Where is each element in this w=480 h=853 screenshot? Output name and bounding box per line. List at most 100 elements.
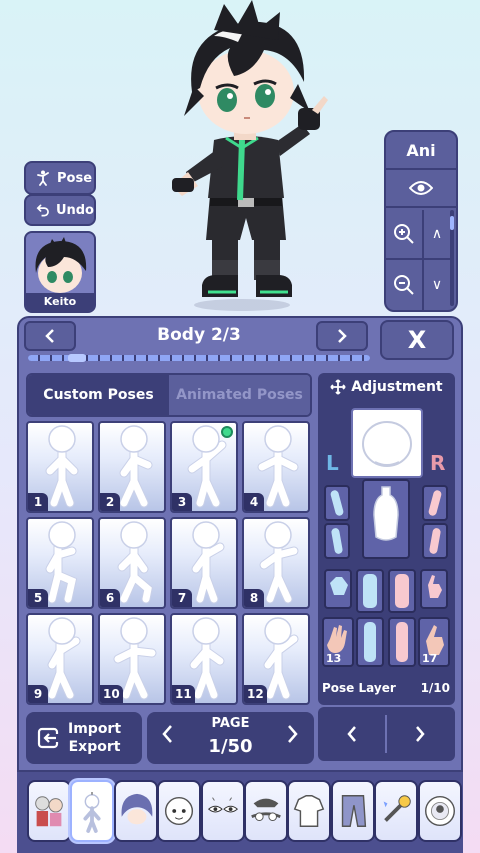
pose-slot[interactable]: 7 [170,517,238,609]
pose-slot[interactable]: 2 [98,421,166,513]
eyes-icon [207,797,238,813]
left-hand-button[interactable] [324,569,352,609]
close-button[interactable]: X [380,320,454,360]
body-icon [83,791,101,833]
eye-icon [409,181,433,195]
move-down-button[interactable]: ∨ [424,260,450,310]
zoom-out-button[interactable] [386,260,424,310]
bottom-icon [341,795,366,827]
presets-icon [35,796,63,827]
pose-number: 6 [100,589,120,607]
pose-slot[interactable]: 3 [170,421,238,513]
part-number: 17 [422,652,438,665]
pose-slot[interactable]: 9 [26,613,94,705]
pose-number: 3 [172,493,192,511]
next-layer-button[interactable] [386,707,454,761]
next-body-button[interactable] [316,321,368,351]
zoom-in-icon [394,224,414,244]
body-scroll-thumb[interactable] [68,354,86,362]
category-accessories-button[interactable] [244,780,288,842]
right-calf-button[interactable] [388,617,416,667]
category-body-button[interactable] [70,780,115,842]
left-side-label: L [326,451,339,475]
body-title: Body 2/3 [157,325,241,345]
pose-slot[interactable]: 8 [242,517,310,609]
export-label: Export [68,739,121,755]
torso-icon [373,486,399,541]
visibility-button[interactable] [386,170,456,208]
pose-slot[interactable]: 12 [242,613,310,705]
pose-layer-row: Pose Layer 1/10 [322,681,450,695]
category-eyes-button[interactable] [200,780,245,842]
category-hair-button[interactable] [113,780,158,842]
right-upper-arm-button[interactable] [422,485,448,521]
pose-layer-value: 1/10 [420,681,450,695]
right-hand-button[interactable] [420,569,448,609]
next-page-button[interactable] [285,724,299,750]
adjustment-header[interactable]: Adjustment [318,379,455,395]
pose-slot[interactable]: 1 [26,421,94,513]
upper-arm-icon [428,490,442,516]
import-label: Import [68,721,122,737]
category-face-button[interactable] [157,780,202,842]
ani-button[interactable]: Ani [386,132,456,170]
chevron-up-icon: ∧ [431,226,443,242]
undo-icon [36,204,49,217]
pose-grid: 1 2 3 4 5 6 7 8 9 10 11 12 [26,421,314,709]
calf-icon [396,622,408,662]
undo-label: Undo [55,202,94,218]
person-pose-icon [37,170,49,186]
pose-button[interactable]: Pose [24,161,96,195]
right-hand-pose-button[interactable]: 17 [418,617,450,667]
chevron-right-icon [416,726,425,742]
pose-slot[interactable]: 10 [98,613,166,705]
tab-animated-poses[interactable]: Animated Poses [169,375,310,415]
tab-custom-poses[interactable]: Custom Poses [28,375,169,415]
move-up-button[interactable]: ∧ [424,210,450,260]
adjustment-panel: Adjustment L R 13 17 Pose Layer 1/10 [318,373,455,705]
body-scroll-track[interactable] [28,354,370,362]
import-export-button[interactable]: Import Export [26,712,142,764]
prev-body-button[interactable] [24,321,76,351]
pose-number: 11 [172,685,195,703]
pose-number: 7 [172,589,192,607]
category-profile-button[interactable] [417,780,462,842]
zoom-scrollbar[interactable] [450,210,454,306]
left-thigh-button[interactable] [356,569,384,613]
right-thigh-button[interactable] [388,569,416,613]
pose-slot[interactable]: 4 [242,421,310,513]
prev-layer-button[interactable] [318,707,386,761]
chevron-left-icon [45,329,54,343]
pose-number: 10 [100,685,123,703]
pointing-hand-icon [428,575,442,598]
zoom-in-button[interactable] [386,210,424,260]
left-calf-button[interactable] [356,617,384,667]
right-forearm-button[interactable] [422,523,448,559]
pose-tabs: Custom Poses Animated Poses [26,373,312,417]
thigh-icon [395,574,409,608]
undo-button[interactable]: Undo [24,194,96,226]
pose-slot[interactable]: 11 [170,613,238,705]
chevron-right-icon [338,329,347,343]
pose-slot[interactable]: 5 [26,517,94,609]
character-avatar[interactable]: Keito [24,231,96,313]
category-bottom-button[interactable] [330,780,375,842]
left-hand-pose-button[interactable]: 13 [322,617,354,667]
head-part-button[interactable] [351,408,423,478]
category-props-button[interactable] [374,780,419,842]
torso-button[interactable] [362,479,410,559]
top-icon [294,795,325,827]
thigh-icon [363,574,377,608]
left-upper-arm-button[interactable] [324,485,350,521]
animation-panel: Ani ∧ ∨ [384,130,458,312]
part-number: 13 [326,652,342,665]
page-navigator: PAGE 1/50 [147,712,314,764]
pose-label: Pose [57,170,93,186]
hair-icon [121,793,153,825]
left-forearm-button[interactable] [324,523,350,559]
category-top-button[interactable] [287,780,332,842]
forearm-icon [331,528,343,554]
character-figure[interactable] [130,0,340,315]
pose-slot[interactable]: 6 [98,517,166,609]
category-presets-button[interactable] [27,780,71,842]
